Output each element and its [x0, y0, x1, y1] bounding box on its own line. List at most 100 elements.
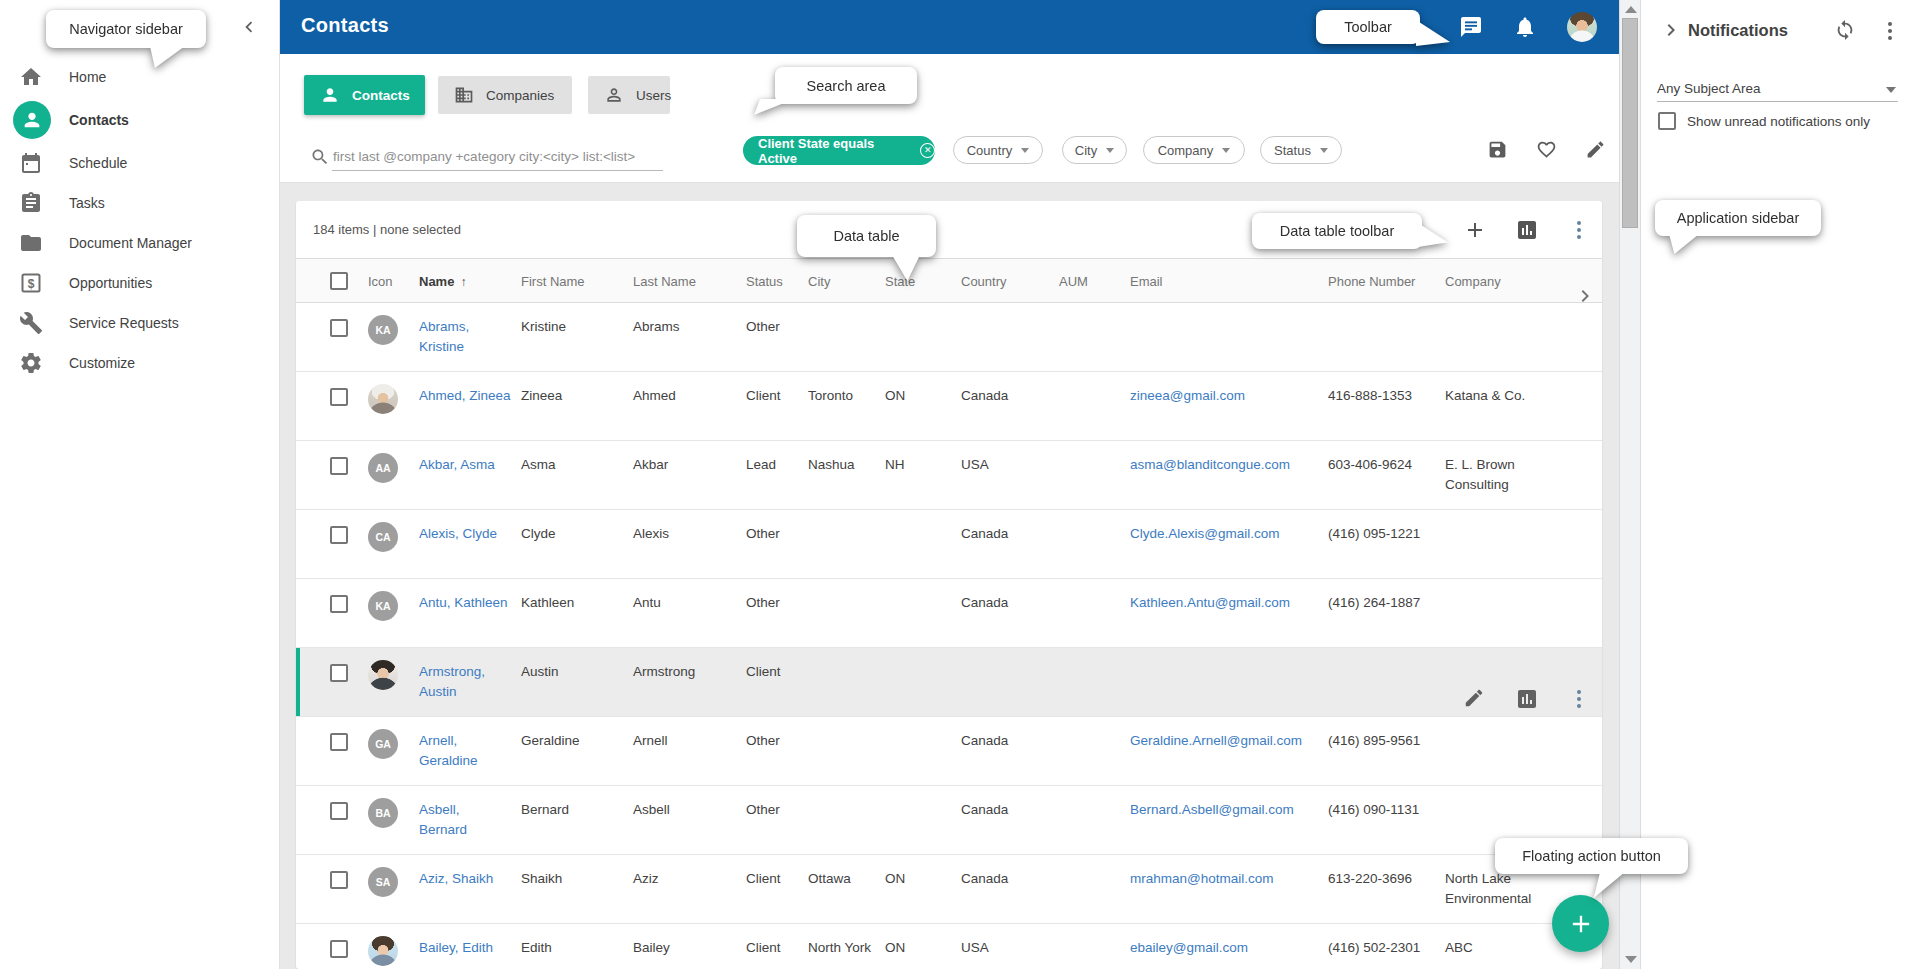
table-row[interactable]: KAAbrams, KristineKristineAbramsOther: [296, 303, 1602, 372]
contact-name-link[interactable]: Alexis, Clyde: [419, 526, 497, 541]
column-header-country[interactable]: Country: [961, 259, 1059, 302]
sidebar-item-opportunities[interactable]: $Opportunities: [0, 263, 280, 303]
scrollbar-thumb[interactable]: [1622, 18, 1638, 228]
contact-email-link[interactable]: Clyde.Alexis@gmail.com: [1130, 526, 1280, 541]
contact-name-link[interactable]: Armstrong, Austin: [419, 664, 485, 699]
table-row[interactable]: Bailey, EdithEdithBaileyClientNorth York…: [296, 924, 1602, 969]
row-checkbox[interactable]: [330, 595, 348, 613]
select-all-checkbox[interactable]: [330, 272, 348, 290]
search-icon: [310, 147, 330, 167]
favorite-icon[interactable]: [1536, 139, 1557, 160]
sidebar-item-tasks[interactable]: Tasks: [0, 183, 280, 223]
row-checkbox[interactable]: [330, 940, 348, 958]
sidebar-item-home[interactable]: Home: [0, 57, 280, 97]
main-area: Contacts ContactsCompaniesUsers first la…: [280, 0, 1619, 969]
tab-companies[interactable]: Companies: [438, 76, 572, 114]
column-header-state[interactable]: State: [885, 259, 961, 302]
contact-email-link[interactable]: asma@blanditcongue.com: [1130, 457, 1290, 472]
row-chart-icon[interactable]: [1515, 687, 1539, 711]
search-input[interactable]: first last @company +category city:<city…: [333, 149, 635, 164]
remove-filter-icon[interactable]: [920, 143, 935, 158]
contact-email-link[interactable]: ebailey@gmail.com: [1130, 940, 1248, 955]
table-row[interactable]: Armstrong, AustinAustinArmstrongClient: [296, 648, 1602, 717]
contact-email-link[interactable]: mrahman@hotmail.com: [1130, 871, 1274, 886]
tab-contacts[interactable]: Contacts: [304, 75, 425, 115]
save-search-icon[interactable]: [1487, 139, 1508, 160]
notifications-icon[interactable]: [1513, 15, 1537, 39]
row-checkbox[interactable]: [330, 664, 348, 682]
row-checkbox[interactable]: [330, 319, 348, 337]
column-header-aum[interactable]: AUM: [1059, 259, 1130, 302]
subject-area-select[interactable]: Any Subject Area: [1657, 81, 1761, 96]
column-header-phone-number[interactable]: Phone Number: [1328, 259, 1445, 302]
filter-chip-status[interactable]: Status: [1260, 136, 1342, 164]
sidebar-item-contacts[interactable]: Contacts: [0, 100, 280, 140]
contact-name-link[interactable]: Ahmed, Zineea: [419, 388, 511, 403]
contact-name-link[interactable]: Abrams, Kristine: [419, 319, 469, 354]
tab-users[interactable]: Users: [588, 76, 670, 114]
filter-chip-country[interactable]: Country: [953, 136, 1043, 164]
contact-name-link[interactable]: Akbar, Asma: [419, 457, 495, 472]
row-checkbox[interactable]: [330, 733, 348, 751]
row-checkbox[interactable]: [330, 457, 348, 475]
contact-initials: GA: [368, 729, 398, 759]
chart-icon[interactable]: [1515, 218, 1539, 242]
contact-email-link[interactable]: Geraldine.Arnell@gmail.com: [1130, 733, 1302, 748]
contact-email-link[interactable]: Bernard.Asbell@gmail.com: [1130, 802, 1294, 817]
person-icon: [13, 101, 51, 139]
sidebar-item-schedule[interactable]: Schedule: [0, 143, 280, 183]
contact-email-link[interactable]: zineea@gmail.com: [1130, 388, 1245, 403]
row-checkbox[interactable]: [330, 526, 348, 544]
column-header-icon[interactable]: Icon: [368, 259, 419, 302]
contact-email-link[interactable]: Kathleen.Antu@gmail.com: [1130, 595, 1290, 610]
panel-menu-icon[interactable]: [1878, 19, 1902, 43]
sidebar-item-customize[interactable]: Customize: [0, 343, 280, 383]
filter-chip-city[interactable]: City: [1062, 136, 1127, 164]
refresh-icon[interactable]: [1834, 19, 1856, 41]
table-row[interactable]: Ahmed, ZineeaZineeaAhmedClientTorontoONC…: [296, 372, 1602, 441]
column-header-status[interactable]: Status: [746, 259, 808, 302]
folder-icon: [19, 231, 43, 255]
messages-icon[interactable]: [1459, 15, 1483, 39]
chevron-down-icon: [1021, 148, 1029, 153]
contact-name-link[interactable]: Antu, Kathleen: [419, 595, 508, 610]
main-scrollbar[interactable]: [1619, 0, 1641, 969]
contact-name-link[interactable]: Bailey, Edith: [419, 940, 493, 955]
collapse-panel-icon[interactable]: [1659, 18, 1683, 42]
edit-row-icon[interactable]: [1463, 687, 1487, 711]
contact-name-link[interactable]: Asbell, Bernard: [419, 802, 467, 837]
edit-search-icon[interactable]: [1585, 139, 1606, 160]
scroll-down-icon[interactable]: [1625, 956, 1637, 963]
contact-initials: KA: [368, 315, 398, 345]
unread-only-checkbox[interactable]: [1658, 112, 1676, 130]
row-menu-icon[interactable]: [1567, 687, 1591, 711]
column-header-name[interactable]: Name: [419, 259, 521, 302]
sidebar-item-document-manager[interactable]: Document Manager: [0, 223, 280, 263]
contact-name-link[interactable]: Arnell, Geraldine: [419, 733, 478, 768]
add-contact-fab[interactable]: [1552, 895, 1609, 952]
collapse-sidebar-icon[interactable]: [238, 16, 262, 40]
sidebar-item-service-requests[interactable]: Service Requests: [0, 303, 280, 343]
row-checkbox[interactable]: [330, 802, 348, 820]
table-row[interactable]: BAAsbell, BernardBernardAsbellOtherCanad…: [296, 786, 1602, 855]
table-menu-icon[interactable]: [1567, 218, 1591, 242]
contact-photo: [368, 936, 398, 966]
active-filter-chip[interactable]: Client State equals Active: [743, 136, 935, 165]
row-checkbox[interactable]: [330, 388, 348, 406]
column-header-company[interactable]: Company: [1445, 259, 1573, 302]
column-header-first-name[interactable]: First Name: [521, 259, 633, 302]
table-row[interactable]: CAAlexis, ClydeClydeAlexisOtherCanadaCly…: [296, 510, 1602, 579]
table-row[interactable]: SAAziz, ShaikhShaikhAzizClientOttawaONCa…: [296, 855, 1602, 924]
user-avatar[interactable]: [1567, 12, 1597, 42]
scroll-up-icon[interactable]: [1625, 6, 1637, 13]
table-row[interactable]: AAAkbar, AsmaAsmaAkbarLeadNashuaNHUSAasm…: [296, 441, 1602, 510]
table-row[interactable]: KAAntu, KathleenKathleenAntuOtherCanadaK…: [296, 579, 1602, 648]
add-record-icon[interactable]: [1463, 218, 1487, 242]
row-checkbox[interactable]: [330, 871, 348, 889]
column-header-city[interactable]: City: [808, 259, 885, 302]
contact-name-link[interactable]: Aziz, Shaikh: [419, 871, 493, 886]
filter-chip-company[interactable]: Company: [1143, 136, 1245, 164]
column-header-email[interactable]: Email: [1130, 259, 1328, 302]
table-row[interactable]: GAArnell, GeraldineGeraldineArnellOtherC…: [296, 717, 1602, 786]
column-header-last-name[interactable]: Last Name: [633, 259, 746, 302]
